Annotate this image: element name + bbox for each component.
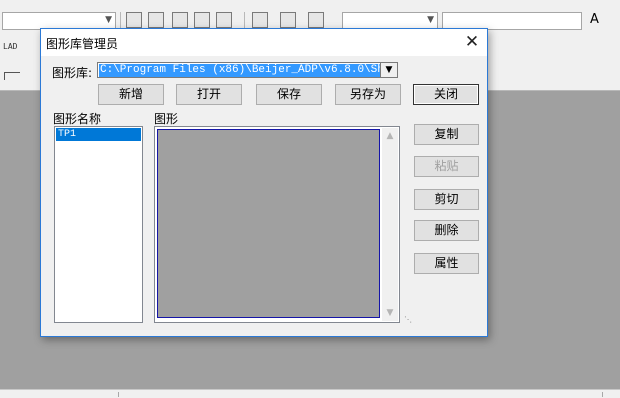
paste-button[interactable]: 粘贴 <box>414 156 479 177</box>
save-as-button[interactable]: 另存为 <box>335 84 401 105</box>
shape-library-manager-dialog: 图形库管理员 ✕ 图形库: C:\Program Files (x86)\Bei… <box>40 28 488 337</box>
dialog-title: 图形库管理员 <box>46 37 119 51</box>
delete-button[interactable]: 删除 <box>414 220 479 241</box>
save-button[interactable]: 保存 <box>256 84 322 105</box>
chevron-down-icon: ▼ <box>427 15 434 25</box>
font-size-icon[interactable]: A <box>590 12 606 28</box>
close-icon[interactable]: ✕ <box>457 29 487 56</box>
toolbar-icon-2[interactable] <box>148 12 164 28</box>
toolbar-icon-3[interactable] <box>172 12 188 28</box>
new-button[interactable]: 新增 <box>98 84 164 105</box>
scroll-up-icon[interactable]: ▲ <box>382 128 398 144</box>
status-separator <box>602 392 603 397</box>
properties-button[interactable]: 属性 <box>414 253 479 274</box>
library-path-value: C:\Program Files (x86)\Beijer_ADP\v6.8.0… <box>99 64 381 77</box>
lad-label: LAD <box>3 42 18 51</box>
status-separator <box>118 392 119 397</box>
connector-icon[interactable] <box>4 72 20 80</box>
chevron-down-icon[interactable]: ▼ <box>380 63 397 77</box>
toolbar-icon-4[interactable] <box>194 12 210 28</box>
toolbar-icon-7[interactable] <box>280 12 296 28</box>
shape-label: 图形 <box>154 112 179 126</box>
open-button[interactable]: 打开 <box>176 84 242 105</box>
lad-button[interactable]: LAD <box>3 42 25 62</box>
toolbar-icon-5[interactable] <box>216 12 232 28</box>
close-button[interactable]: 关闭 <box>413 84 479 105</box>
copy-button[interactable]: 复制 <box>414 124 479 145</box>
library-path-select[interactable]: C:\Program Files (x86)\Beijer_ADP\v6.8.0… <box>97 62 398 78</box>
scroll-down-icon[interactable]: ▼ <box>382 305 398 321</box>
library-label: 图形库: <box>52 66 93 80</box>
list-item[interactable]: TP1 <box>56 128 141 141</box>
shape-name-list[interactable]: TP1 <box>54 126 143 323</box>
toolbar-icon-1[interactable] <box>126 12 142 28</box>
cut-button[interactable]: 剪切 <box>414 189 479 210</box>
shape-names-label: 图形名称 <box>53 112 102 126</box>
vertical-scrollbar[interactable]: ▲ ▼ <box>382 128 398 321</box>
toolbar-icon-8[interactable] <box>308 12 324 28</box>
shape-preview-panel: ▲ ▼ <box>154 126 400 323</box>
dialog-titlebar[interactable]: 图形库管理员 ✕ <box>41 29 487 56</box>
chevron-down-icon: ▼ <box>105 15 112 25</box>
resize-grip-icon: ⋱ <box>404 315 412 324</box>
toolbar-icon-6[interactable] <box>252 12 268 28</box>
shape-preview-canvas[interactable] <box>157 129 380 318</box>
